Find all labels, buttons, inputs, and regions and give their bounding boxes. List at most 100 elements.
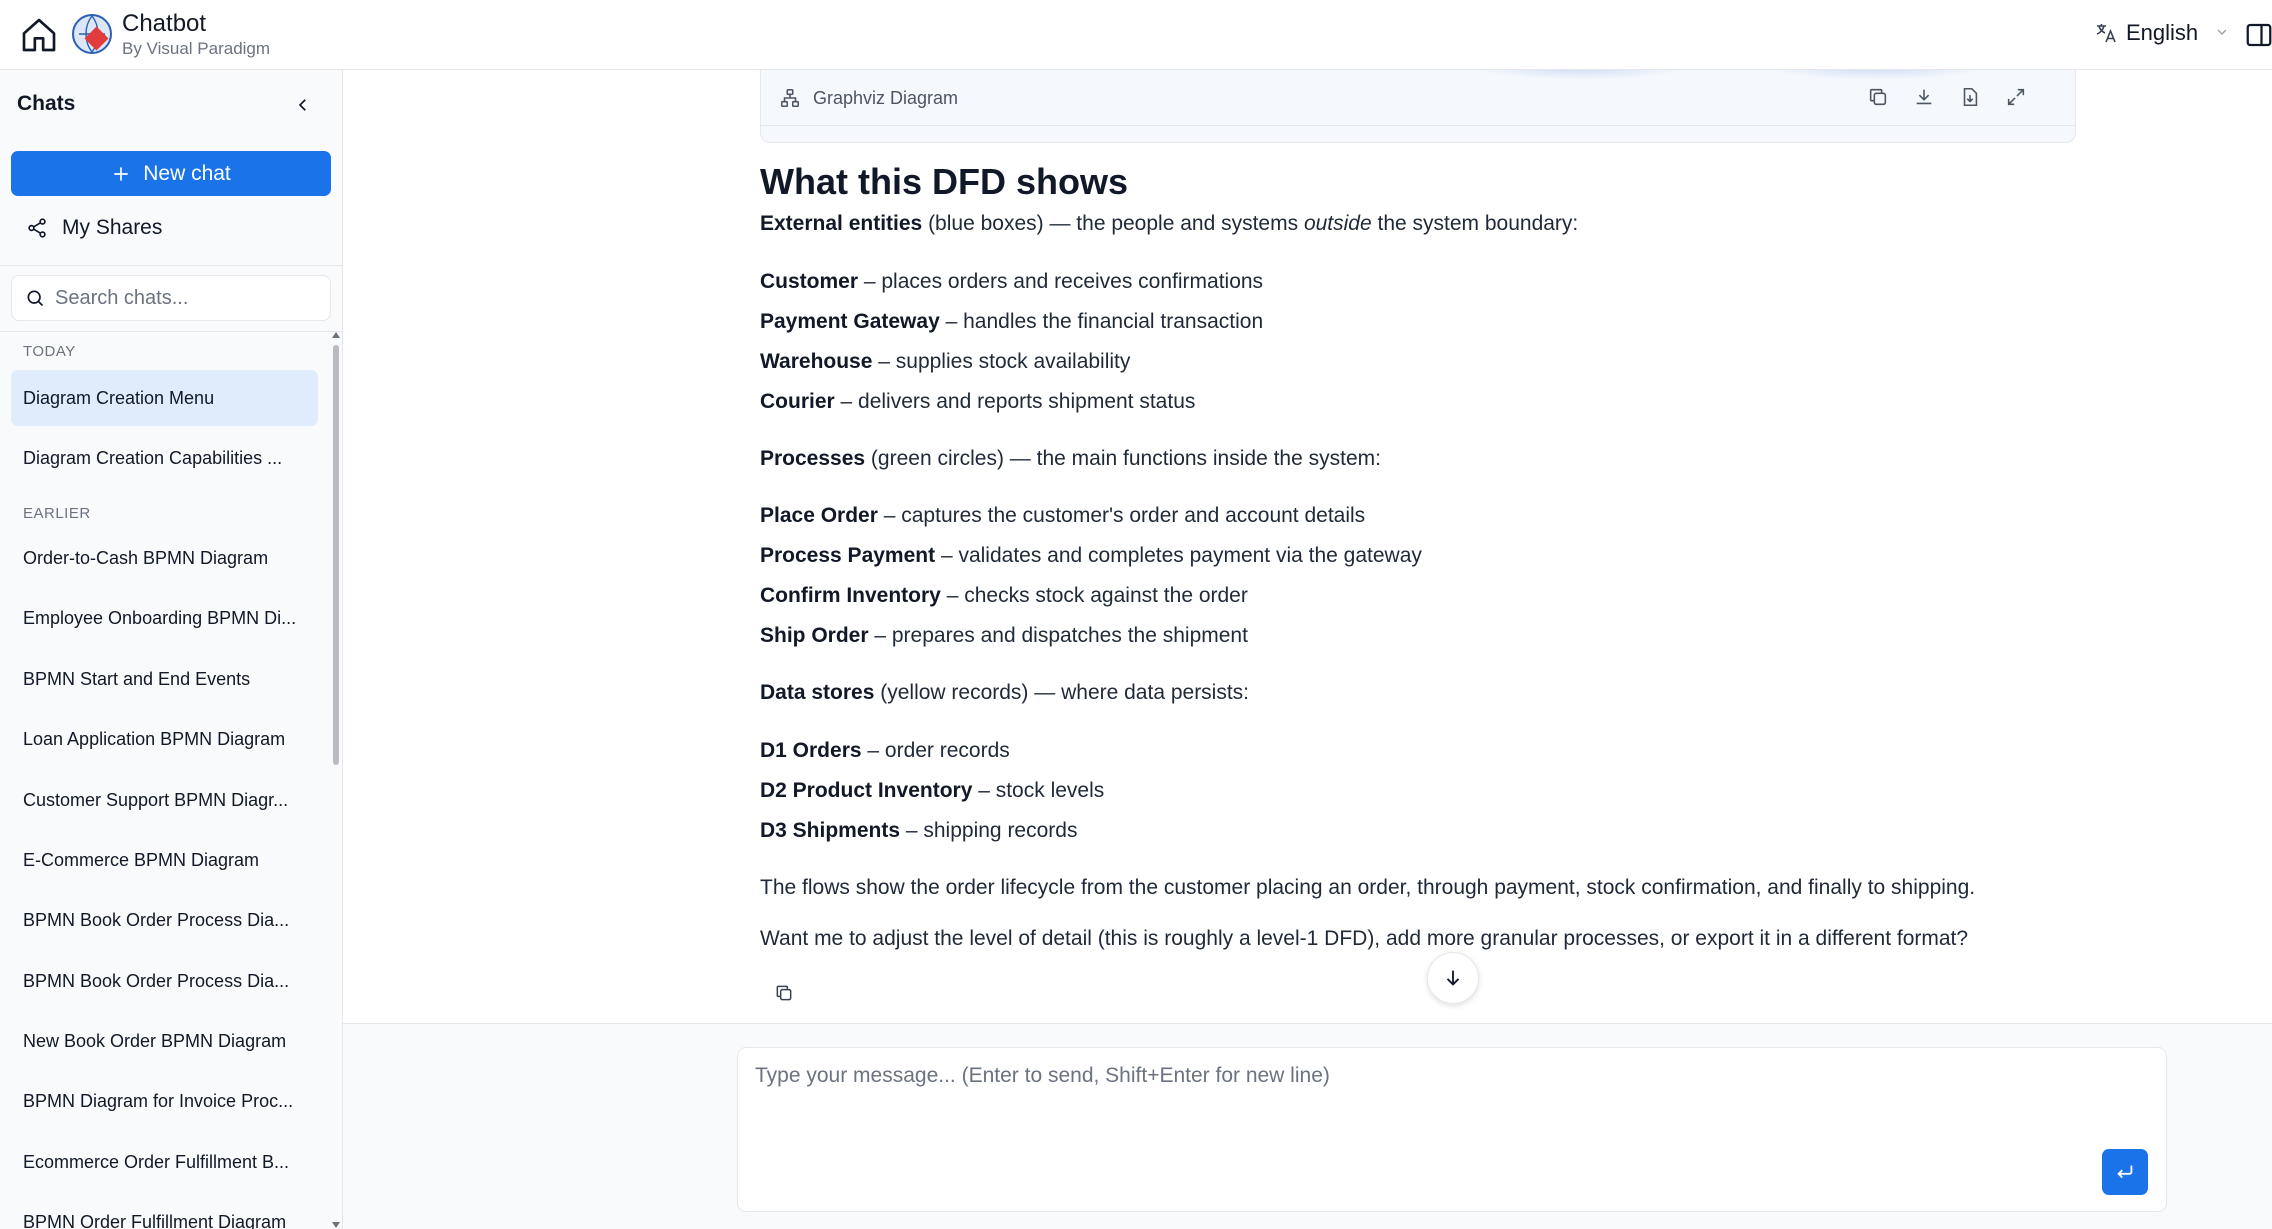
home-icon bbox=[22, 18, 56, 52]
entities-intro-text-end: the system boundary: bbox=[1371, 212, 1579, 235]
entity-desc: – handles the financial transaction bbox=[939, 310, 1264, 333]
diagram-card: Graphviz Diagram bbox=[760, 70, 2076, 143]
search-box[interactable] bbox=[11, 275, 331, 321]
entity-name: Payment Gateway bbox=[760, 310, 940, 333]
share-icon bbox=[28, 218, 46, 238]
store-name: D2 Product Inventory bbox=[760, 779, 973, 802]
section-label-earlier: EARLIER bbox=[23, 505, 91, 522]
language-selector[interactable]: English bbox=[2094, 20, 2230, 46]
panel-toggle-icon bbox=[2246, 23, 2272, 47]
chat-item[interactable]: Loan Application BPMN Diagram bbox=[11, 711, 318, 767]
process-name: Ship Order bbox=[760, 624, 869, 647]
store-line: D3 Shipments – shipping records bbox=[760, 817, 1077, 845]
entity-name: Courier bbox=[760, 390, 835, 413]
store-line: D1 Orders – order records bbox=[760, 737, 1010, 765]
collapse-sidebar-button[interactable] bbox=[290, 92, 316, 118]
chat-item[interactable]: BPMN Book Order Process Dia... bbox=[11, 953, 318, 1009]
sidebar-heading: Chats bbox=[17, 92, 76, 115]
copy-diagram-button[interactable] bbox=[1865, 84, 1891, 110]
diagram-icon bbox=[780, 88, 800, 108]
scroll-up-arrow-icon[interactable] bbox=[332, 332, 340, 338]
process-line: Process Payment – validates and complete… bbox=[760, 542, 1422, 570]
entity-name: Warehouse bbox=[760, 350, 873, 373]
message-heading: What this DFD shows bbox=[760, 161, 1128, 202]
chat-item[interactable]: BPMN Start and End Events bbox=[11, 651, 318, 707]
stores-intro-bold: Data stores bbox=[760, 681, 875, 704]
process-line: Place Order – captures the customer's or… bbox=[760, 502, 1365, 530]
export-file-icon bbox=[1963, 87, 1978, 107]
scrollbar-thumb[interactable] bbox=[333, 345, 339, 765]
export-diagram-button[interactable] bbox=[1957, 84, 1983, 110]
stores-intro: Data stores (yellow records) — where dat… bbox=[760, 679, 1249, 707]
sidebar-scrollbar[interactable] bbox=[332, 332, 340, 1229]
chat-item[interactable]: BPMN Order Fulfillment Diagram bbox=[11, 1194, 318, 1229]
expand-diagram-button[interactable] bbox=[2003, 84, 2029, 110]
send-icon bbox=[2117, 1165, 2133, 1179]
chat-item[interactable]: Ecommerce Order Fulfillment B... bbox=[11, 1134, 318, 1190]
chat-item[interactable]: Customer Support BPMN Diagr... bbox=[11, 772, 318, 828]
diagram-tools bbox=[1865, 84, 2029, 110]
assistant-message: What this DFD shows External entities (b… bbox=[760, 156, 2160, 950]
app-title: Chatbot bbox=[122, 10, 207, 37]
chat-item[interactable]: Diagram Creation Capabilities ... bbox=[11, 430, 318, 486]
search-input[interactable] bbox=[55, 286, 325, 310]
translate-icon bbox=[2096, 24, 2116, 43]
followup-paragraph: Want me to adjust the level of detail (t… bbox=[760, 927, 1969, 950]
process-desc: – prepares and dispatches the shipment bbox=[868, 624, 1248, 647]
stores-intro-text: (yellow records) — where data persists: bbox=[874, 681, 1250, 704]
send-button[interactable] bbox=[2102, 1149, 2148, 1195]
chevron-left-icon bbox=[298, 99, 306, 111]
top-bar: Chatbot By Visual Paradigm English bbox=[0, 0, 2272, 70]
home-button[interactable] bbox=[16, 12, 62, 58]
store-desc: – order records bbox=[861, 739, 1010, 762]
chatbot-logo bbox=[70, 12, 114, 56]
entity-line: Payment Gateway – handles the financial … bbox=[760, 308, 1263, 336]
divider bbox=[0, 265, 342, 266]
diagram-title-label: Graphviz Diagram bbox=[813, 87, 959, 108]
app-subtitle: By Visual Paradigm bbox=[122, 39, 271, 58]
processes-intro: Processes (green circles) — the main fun… bbox=[760, 445, 1381, 473]
chat-item[interactable]: BPMN Book Order Process Dia... bbox=[11, 892, 318, 948]
entity-line: Warehouse – supplies stock availability bbox=[760, 348, 1130, 376]
entities-intro-italic: outside bbox=[1303, 212, 1372, 235]
processes-intro-text: (green circles) — the main functions ins… bbox=[865, 447, 1381, 470]
new-chat-button[interactable]: New chat bbox=[11, 151, 331, 196]
chat-item[interactable]: Diagram Creation Menu bbox=[11, 370, 318, 426]
scroll-to-bottom-button[interactable] bbox=[1427, 952, 1479, 1004]
chat-item[interactable]: New Book Order BPMN Diagram bbox=[11, 1013, 318, 1069]
process-name: Place Order bbox=[760, 504, 878, 527]
process-desc: – checks stock against the order bbox=[940, 584, 1248, 607]
entity-name: Customer bbox=[760, 270, 859, 293]
panel-toggle-button[interactable] bbox=[2244, 20, 2272, 50]
processes-intro-bold: Processes bbox=[760, 447, 866, 470]
chevron-down-icon bbox=[2214, 20, 2230, 46]
chat-item[interactable]: BPMN Diagram for Invoice Proc... bbox=[11, 1073, 318, 1129]
process-desc: – captures the customer's order and acco… bbox=[877, 504, 1366, 527]
store-desc: – shipping records bbox=[900, 819, 1078, 842]
download-icon bbox=[1916, 89, 1932, 105]
scroll-down-arrow-icon[interactable] bbox=[332, 1222, 340, 1228]
chat-item[interactable]: Order-to-Cash BPMN Diagram bbox=[11, 530, 318, 586]
store-desc: – stock levels bbox=[972, 779, 1105, 802]
entities-intro: External entities (blue boxes) — the peo… bbox=[760, 210, 1578, 238]
search-icon bbox=[27, 290, 44, 307]
message-composer bbox=[737, 1047, 2167, 1212]
store-name: D1 Orders bbox=[760, 739, 862, 762]
process-desc: – validates and completes payment via th… bbox=[935, 544, 1422, 567]
entity-desc: – delivers and reports shipment status bbox=[834, 390, 1196, 413]
divider bbox=[0, 331, 342, 332]
expand-icon bbox=[2007, 88, 2025, 106]
flows-paragraph: The flows show the order lifecycle from … bbox=[760, 876, 1976, 899]
chat-item[interactable]: E-Commerce BPMN Diagram bbox=[11, 832, 318, 888]
entities-intro-bold: External entities bbox=[760, 212, 923, 235]
copy-message-button[interactable] bbox=[769, 978, 799, 1008]
my-shares-link[interactable]: My Shares bbox=[26, 216, 162, 240]
process-line: Confirm Inventory – checks stock against… bbox=[760, 582, 1248, 610]
entity-line: Customer – places orders and receives co… bbox=[760, 268, 1263, 296]
process-name: Process Payment bbox=[760, 544, 936, 567]
chat-item[interactable]: Employee Onboarding BPMN Di... bbox=[11, 590, 318, 646]
diagram-toolbar: Graphviz Diagram bbox=[761, 70, 2075, 124]
message-input[interactable] bbox=[755, 1064, 2135, 1164]
download-diagram-button[interactable] bbox=[1911, 84, 1937, 110]
chat-main: Graphviz Diagram What this DFD shows Ext… bbox=[343, 70, 2272, 1229]
